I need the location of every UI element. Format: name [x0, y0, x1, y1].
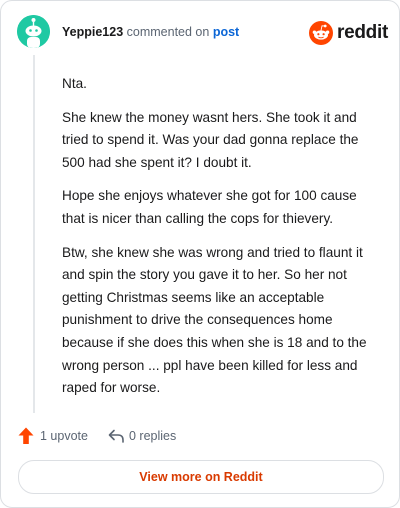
reddit-logo-icon	[309, 21, 333, 45]
comment-paragraph: Btw, she knew she was wrong and tried to…	[62, 244, 367, 396]
reddit-wordmark: reddit	[337, 22, 388, 43]
comment-header: Yeppie123 commented on post reddit	[17, 15, 388, 51]
user-avatar[interactable]	[17, 15, 50, 48]
comment-body: Nta. She knew the money wasnt hers. She …	[62, 73, 382, 411]
snoo-avatar-icon	[17, 15, 50, 48]
comment-paragraph: She knew the money wasnt hers. She took …	[62, 109, 359, 170]
reply-arrow-icon	[108, 429, 124, 443]
comment-meta: Yeppie123 commented on post	[62, 25, 239, 39]
upvote-arrow-icon	[18, 427, 34, 444]
thread-line	[33, 55, 35, 413]
upvote-count: 1 upvote	[40, 429, 88, 443]
username-link[interactable]: Yeppie123	[62, 25, 123, 39]
comment-paragraph: Hope she enjoys whatever she got for 100…	[62, 188, 357, 226]
commented-on-text: commented on	[126, 25, 210, 39]
comment-embed-card: Yeppie123 commented on post reddit Nta. …	[0, 0, 400, 508]
view-more-button[interactable]: View more on Reddit	[18, 460, 384, 494]
reddit-logo[interactable]: reddit	[309, 21, 388, 47]
reply-count: 0 replies	[129, 429, 177, 443]
comment-paragraph: Nta.	[62, 76, 87, 91]
post-link[interactable]: post	[213, 25, 239, 39]
